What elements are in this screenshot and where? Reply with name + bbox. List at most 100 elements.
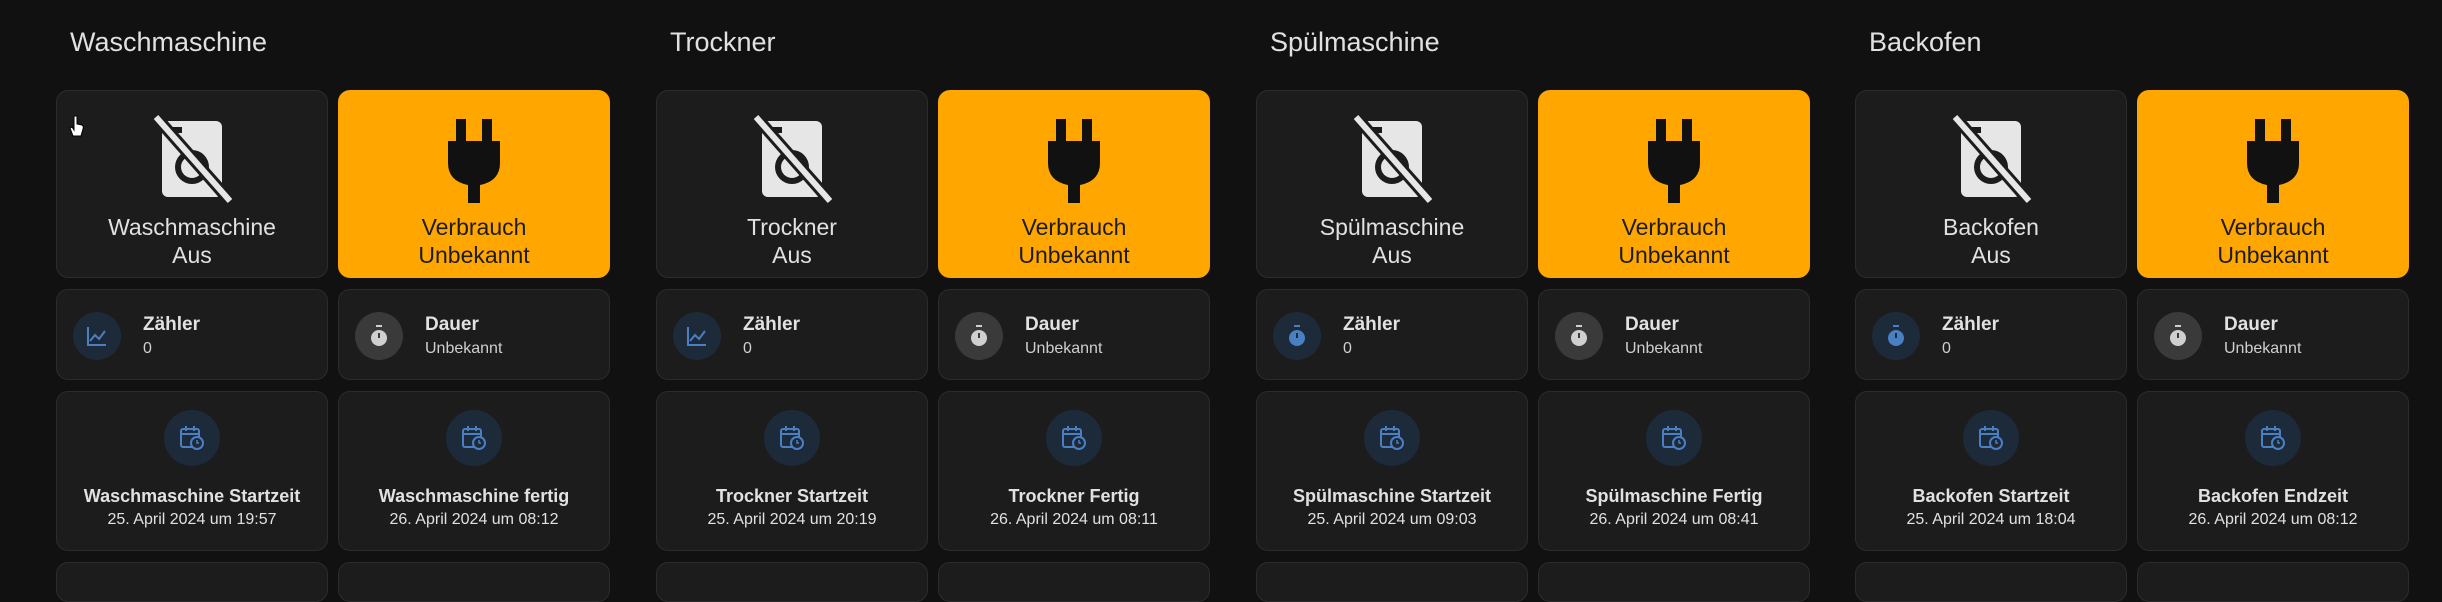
partial-card[interactable]	[938, 562, 1210, 602]
timer-icon	[1555, 312, 1603, 360]
appliance-column-3: Spülmaschine Spülmaschine Aus Verbrauch …	[1256, 0, 1816, 602]
start-time-value: 25. April 2024 um 09:03	[1307, 511, 1477, 528]
timer-icon	[355, 312, 403, 360]
end-time-card[interactable]: Trockner Fertig 26. April 2024 um 08:11	[938, 391, 1210, 551]
power-name: Verbrauch	[1021, 214, 1127, 240]
end-time-card[interactable]: Waschmaschine fertig 26. April 2024 um 0…	[338, 391, 610, 551]
end-time-value: 26. April 2024 um 08:12	[389, 511, 559, 528]
duration-card[interactable]: Dauer Unbekannt	[938, 289, 1210, 380]
partial-card[interactable]	[1855, 562, 2127, 602]
partial-card[interactable]	[1538, 562, 1810, 602]
counter-card[interactable]: Zähler 0	[1256, 289, 1528, 380]
start-time-card[interactable]: Spülmaschine Startzeit 25. April 2024 um…	[1256, 391, 1528, 551]
counter-value: 0	[143, 340, 152, 357]
calendar-clock-icon	[1963, 410, 2019, 466]
power-plug-icon	[1626, 111, 1722, 207]
counter-name: Zähler	[143, 314, 201, 335]
power-tile[interactable]: Verbrauch Unbekannt	[2137, 90, 2409, 278]
column-title: Spülmaschine	[1270, 27, 1440, 57]
device-off-icon	[1943, 111, 2039, 207]
end-time-name: Spülmaschine Fertig	[1585, 486, 1763, 506]
column-title: Trockner	[670, 27, 776, 57]
calendar-clock-icon	[764, 410, 820, 466]
duration-value: Unbekannt	[1025, 340, 1103, 357]
calendar-clock-icon	[446, 410, 502, 466]
power-state: Unbekannt	[2217, 242, 2329, 268]
calendar-clock-icon	[2245, 410, 2301, 466]
end-time-value: 26. April 2024 um 08:12	[2188, 511, 2358, 528]
counter-icon	[73, 312, 121, 360]
mouse-cursor-icon	[69, 115, 84, 137]
start-time-name: Trockner Startzeit	[715, 486, 869, 506]
counter-icon	[1273, 312, 1321, 360]
partial-card[interactable]	[2137, 562, 2409, 602]
start-time-name: Spülmaschine Startzeit	[1292, 486, 1492, 506]
calendar-clock-icon	[1646, 410, 1702, 466]
start-time-value: 25. April 2024 um 20:19	[707, 511, 877, 528]
counter-icon	[1872, 312, 1920, 360]
device-name: Waschmaschine	[108, 214, 276, 240]
start-time-card[interactable]: Backofen Startzeit 25. April 2024 um 18:…	[1855, 391, 2127, 551]
end-time-value: 26. April 2024 um 08:11	[990, 511, 1158, 528]
power-state: Unbekannt	[1018, 242, 1130, 268]
column-title: Waschmaschine	[70, 27, 268, 57]
device-tile[interactable]: Waschmaschine Aus	[56, 90, 328, 278]
appliance-column-1: Waschmaschine Waschmaschine Aus Verbrauc…	[56, 0, 616, 602]
duration-card[interactable]: Dauer Unbekannt	[2137, 289, 2409, 380]
power-state: Unbekannt	[418, 242, 530, 268]
end-time-value: 26. April 2024 um 08:41	[1589, 511, 1759, 528]
counter-name: Zähler	[1942, 314, 2000, 335]
end-time-card[interactable]: Backofen Endzeit 26. April 2024 um 08:12	[2137, 391, 2409, 551]
device-state: Aus	[772, 242, 812, 268]
device-tile[interactable]: Backofen Aus	[1855, 90, 2127, 278]
device-name: Trockner	[747, 214, 837, 240]
duration-card[interactable]: Dauer Unbekannt	[1538, 289, 1810, 380]
end-time-card[interactable]: Spülmaschine Fertig 26. April 2024 um 08…	[1538, 391, 1810, 551]
duration-value: Unbekannt	[425, 340, 503, 357]
power-name: Verbrauch	[2220, 214, 2326, 240]
duration-card[interactable]: Dauer Unbekannt	[338, 289, 610, 380]
appliance-column-4: Backofen Backofen Aus Verbrauch Unbekann…	[1855, 0, 2415, 602]
counter-card[interactable]: Zähler 0	[1855, 289, 2127, 380]
timer-icon	[955, 312, 1003, 360]
duration-name: Dauer	[425, 314, 479, 335]
start-time-card[interactable]: Trockner Startzeit 25. April 2024 um 20:…	[656, 391, 928, 551]
power-tile[interactable]: Verbrauch Unbekannt	[938, 90, 1210, 278]
counter-value: 0	[1942, 340, 1951, 357]
duration-value: Unbekannt	[2224, 340, 2302, 357]
power-name: Verbrauch	[1621, 214, 1727, 240]
calendar-clock-icon	[164, 410, 220, 466]
calendar-clock-icon	[1046, 410, 1102, 466]
duration-name: Dauer	[1625, 314, 1679, 335]
end-time-name: Backofen Endzeit	[2197, 486, 2349, 506]
counter-card[interactable]: Zähler 0	[56, 289, 328, 380]
device-state: Aus	[1971, 242, 2011, 268]
power-state: Unbekannt	[1618, 242, 1730, 268]
duration-value: Unbekannt	[1625, 340, 1703, 357]
partial-card[interactable]	[56, 562, 328, 602]
device-off-icon	[144, 111, 240, 207]
partial-card[interactable]	[656, 562, 928, 602]
device-state: Aus	[172, 242, 212, 268]
device-tile[interactable]: Trockner Aus	[656, 90, 928, 278]
timer-icon	[2154, 312, 2202, 360]
column-title: Backofen	[1869, 27, 1982, 57]
counter-card[interactable]: Zähler 0	[656, 289, 928, 380]
counter-icon	[673, 312, 721, 360]
start-time-card[interactable]: Waschmaschine Startzeit 25. April 2024 u…	[56, 391, 328, 551]
duration-name: Dauer	[2224, 314, 2278, 335]
duration-name: Dauer	[1025, 314, 1079, 335]
counter-value: 0	[743, 340, 752, 357]
counter-name: Zähler	[1343, 314, 1401, 335]
device-tile[interactable]: Spülmaschine Aus	[1256, 90, 1528, 278]
end-time-name: Waschmaschine fertig	[378, 486, 570, 506]
partial-card[interactable]	[338, 562, 610, 602]
start-time-value: 25. April 2024 um 19:57	[107, 511, 277, 528]
appliance-column-2: Trockner Trockner Aus Verbrauch Unbekann…	[656, 0, 1216, 602]
device-state: Aus	[1372, 242, 1412, 268]
power-tile[interactable]: Verbrauch Unbekannt	[338, 90, 610, 278]
power-tile[interactable]: Verbrauch Unbekannt	[1538, 90, 1810, 278]
power-name: Verbrauch	[421, 214, 527, 240]
partial-card[interactable]	[1256, 562, 1528, 602]
calendar-clock-icon	[1364, 410, 1420, 466]
